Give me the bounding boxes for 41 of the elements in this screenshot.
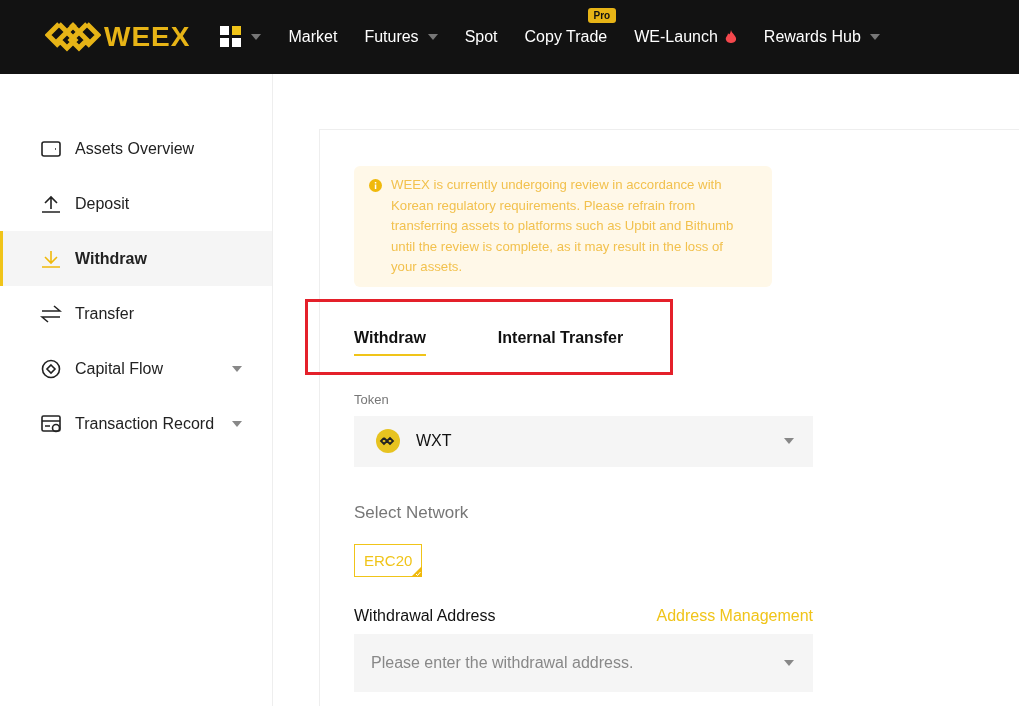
caret-icon (232, 420, 242, 427)
token-select[interactable]: WXT (354, 415, 813, 467)
pro-badge: Pro (587, 8, 617, 23)
logo-icon (45, 20, 101, 54)
logo[interactable]: WEEX (45, 20, 191, 54)
info-icon (369, 179, 382, 192)
notice-text: WEEX is currently undergoing review in accordance with Korean regulatory requirements. Please refrain from transferring assets to platforms such as Upbit and Bithumb until the review is complete, as it may result in the loss of your assets. (391, 176, 735, 277)
sidebar-item[interactable]: Assets Overview (0, 121, 272, 176)
address-field[interactable]: Please enter the withdrawal address. (354, 633, 813, 692)
nav-link[interactable]: Futures (364, 28, 438, 46)
section-label: Select Network (354, 502, 470, 523)
apps-menu-button[interactable] (220, 26, 262, 48)
upload-icon (40, 193, 62, 214)
caret-icon (232, 365, 242, 372)
nav-link[interactable]: Spot (464, 28, 498, 46)
field-label: Withdrawal Address (354, 606, 496, 625)
check-corner-icon (411, 565, 423, 577)
coin-icon (376, 429, 400, 454)
tab[interactable]: Internal Transfer (497, 328, 624, 356)
logo-text: WEEX (104, 21, 191, 53)
grid-icon (220, 26, 243, 48)
sidebar-item[interactable]: Withdraw (0, 231, 272, 286)
tab[interactable]: Withdraw (354, 328, 426, 356)
caret-icon (784, 659, 794, 666)
sidebar-item[interactable]: Deposit (0, 176, 272, 231)
nav-link[interactable]: Rewards Hub (763, 28, 880, 46)
caret-icon (869, 34, 880, 40)
nav-link[interactable]: WE-Launch (634, 28, 737, 46)
card-clock-icon (40, 413, 62, 434)
fire-icon (724, 29, 737, 45)
swap-arrows-icon (40, 303, 62, 324)
caret-icon (784, 438, 794, 445)
caret-icon (427, 34, 438, 40)
sidebar-item[interactable]: Capital Flow (0, 341, 272, 396)
sidebar-item[interactable]: Transfer (0, 286, 272, 341)
field-label: Token (354, 391, 390, 407)
wallet-icon (40, 138, 62, 159)
download-icon (40, 248, 62, 269)
caret-icon (251, 34, 262, 40)
nav-link[interactable]: Market (288, 28, 338, 46)
sidebar-item[interactable]: Transaction Record (0, 396, 272, 451)
